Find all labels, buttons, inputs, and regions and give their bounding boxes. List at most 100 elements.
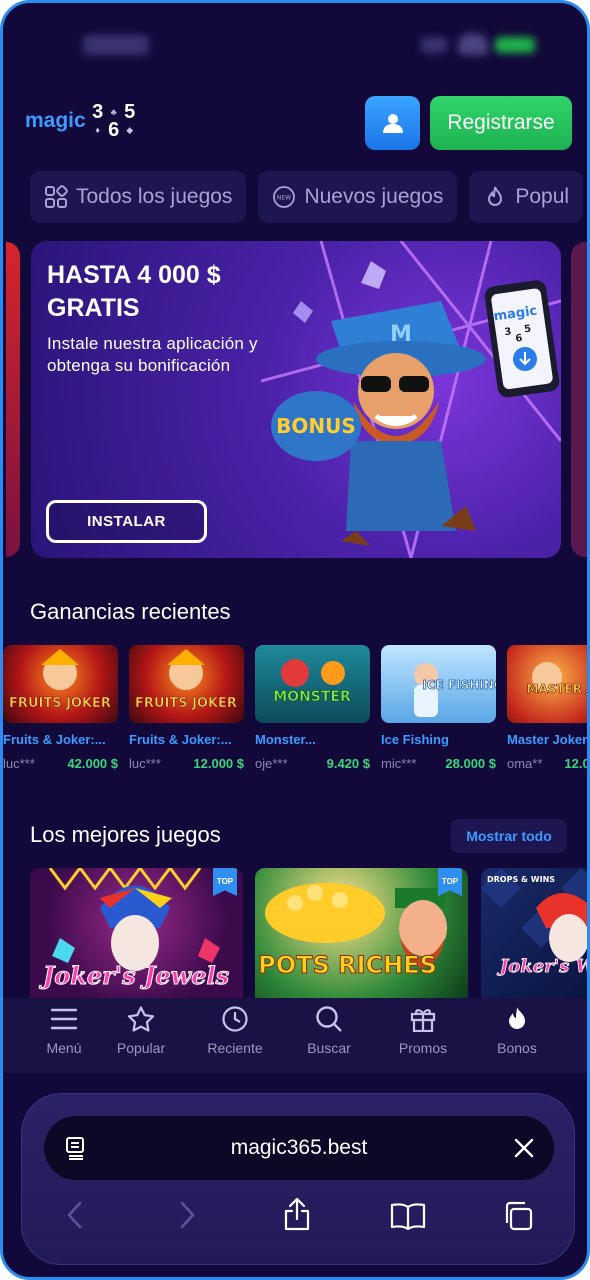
status-time [83,35,149,55]
game-thumbnail: ICE FISHING [381,645,496,723]
url-text: magic365.best [230,1136,368,1159]
flame-icon [509,1007,525,1029]
logo-ornament: ◆ [126,125,134,135]
recent-win-card[interactable]: FRUITS JOKER Fruits & Joker:... luc*** 42… [3,645,118,771]
drops-wins-badge: DROPS & WINS [487,875,555,884]
recent-wins-title: Ganancias recientes [30,599,231,624]
win-user: luc*** [3,756,35,771]
win-amount: 42.000 $ [67,756,118,771]
forward-icon[interactable] [176,1200,198,1230]
logo-digits: 3 ♣ 5 ♦ 6 ◆ [90,101,138,141]
address-bar[interactable]: magic365.best [44,1116,554,1180]
site-header: magic 3 ♣ 5 ♦ 6 ◆ Registrarse [3,85,587,160]
win-game-name: Fruits & Joker:... [3,732,106,747]
win-amount: 12.000 $ [193,756,244,771]
category-tabs: Todos los juegos NEW Nuevos juegos Popul [30,171,584,223]
game-card[interactable]: DROPS & WINS Joker's Wi [481,868,590,998]
recent-wins-list: FRUITS JOKER Fruits & Joker:... luc*** 42… [3,645,587,785]
win-amount: 12.000 $ [564,756,590,771]
bottom-navigation: Menú Popular Reciente Buscar Promos Bono… [3,998,587,1073]
best-games-list: Joker's Jewels TOP 4 POTS RICHES TOP DRO… [3,868,587,998]
game-thumbnail: FRUITS JOKER [129,645,244,723]
banner-next-slide[interactable] [571,242,587,557]
gift-icon [410,1009,436,1032]
close-icon[interactable] [512,1136,536,1160]
tab-all-games[interactable]: Todos los juegos [30,171,247,223]
tab-label: Popul [515,185,570,208]
back-icon[interactable] [64,1200,86,1230]
nav-label: Reciente [207,1040,263,1056]
game-thumbnail: Joker's Jewels [38,868,230,991]
tab-label: Nuevos juegos [304,185,444,208]
thumb-text: MONSTER [273,689,351,705]
banner-title: HASTA 4 000 $ GRATIS [47,261,221,322]
win-game-name: Ice Fishing [381,732,449,747]
win-user: luc*** [129,756,161,771]
recent-win-card[interactable]: MASTER JOKER Master Joker oma** 12.000 $ [507,645,590,771]
bookmarks-icon[interactable] [390,1202,426,1230]
recent-win-card[interactable]: FRUITS JOKER Fruits & Joker:... luc*** 12… [129,645,244,771]
nav-label: Popular [116,1040,166,1056]
new-badge-icon: NEW [273,186,296,208]
menu-icon [50,1008,78,1030]
logo-word: magic [25,109,86,132]
win-user: oje*** [255,756,288,771]
promo-banner[interactable]: M BONUS magic 3 6 5 HASTA 4 000 $ GRATIS [31,241,561,558]
best-games-title: Los mejores juegos [30,822,221,847]
star-icon [127,1006,155,1032]
phone-frame: magic 3 ♣ 5 ♦ 6 ◆ Registrarse Todos los … [0,0,590,1280]
grid-icon [45,185,68,208]
game-thumbnail: MONSTER [255,645,370,723]
game-thumbnail: DROPS & WINS Joker's Wi [481,868,590,977]
nav-bonuses[interactable]: Bonos [470,998,564,1073]
status-bar [3,3,587,83]
logo-digit: 3 [92,101,104,123]
game-thumbnail: MASTER JOKER [507,645,587,723]
register-button[interactable]: Registrarse [430,96,572,150]
share-icon[interactable] [282,1196,312,1232]
site-logo[interactable]: magic 3 ♣ 5 ♦ 6 ◆ [25,101,138,141]
signal-icon [421,37,447,53]
logo-digit: 6 [108,119,120,141]
user-button[interactable] [365,96,420,150]
win-game-name: Master Joker [507,732,588,747]
thumb-text: FRUITS JOKER [9,696,111,711]
clock-icon [222,1006,248,1032]
bag-label: BONUS [276,414,356,438]
win-game-name: Monster... [255,732,316,747]
battery-icon [495,37,535,53]
install-button[interactable]: INSTALAR [46,500,207,543]
tab-label: Todos los juegos [76,185,233,208]
win-game-name: Fruits & Joker:... [129,732,232,747]
nav-popular[interactable]: Popular [94,998,188,1073]
tab-new-games[interactable]: NEW Nuevos juegos [258,171,458,223]
search-icon [316,1006,342,1032]
game-card[interactable]: Joker's Jewels TOP [30,868,243,998]
nav-promos[interactable]: Promos [376,998,470,1073]
svg-text:M: M [390,322,412,347]
thumb-text: ICE FISHING [422,678,496,692]
recent-win-card[interactable]: ICE FISHING Ice Fishing mic*** 28.000 $ [381,645,496,771]
show-all-button[interactable]: Mostrar todo [451,819,567,853]
thumb-text: FRUITS JOKER [135,696,237,711]
thumb-text: Joker's Wi [497,956,590,977]
tab-popular[interactable]: Popul [469,171,584,223]
banner-prev-slide[interactable] [6,242,20,557]
nav-recent[interactable]: Reciente [188,998,282,1073]
flame-icon [488,186,503,206]
banner-subtitle: Instale nuestra aplicación y obtenga su … [47,334,258,375]
win-amount: 28.000 $ [445,756,496,771]
nav-search[interactable]: Buscar [282,998,376,1073]
recent-win-card[interactable]: MONSTER Monster... oje*** 9.420 $ [255,645,370,771]
nav-menu[interactable]: Menú [34,998,94,1073]
nav-label: Buscar [307,1040,351,1056]
win-user: oma** [507,756,543,771]
svg-text:NEW: NEW [277,195,291,202]
win-user: mic*** [381,756,417,771]
game-card[interactable]: 4 POTS RICHES TOP [255,868,468,998]
thumb-text: 4 POTS RICHES [255,951,437,979]
wifi-icon [458,33,488,55]
win-amount: 9.420 $ [326,756,370,771]
tabs-icon[interactable] [502,1200,534,1232]
logo-digit: 5 [124,101,136,123]
